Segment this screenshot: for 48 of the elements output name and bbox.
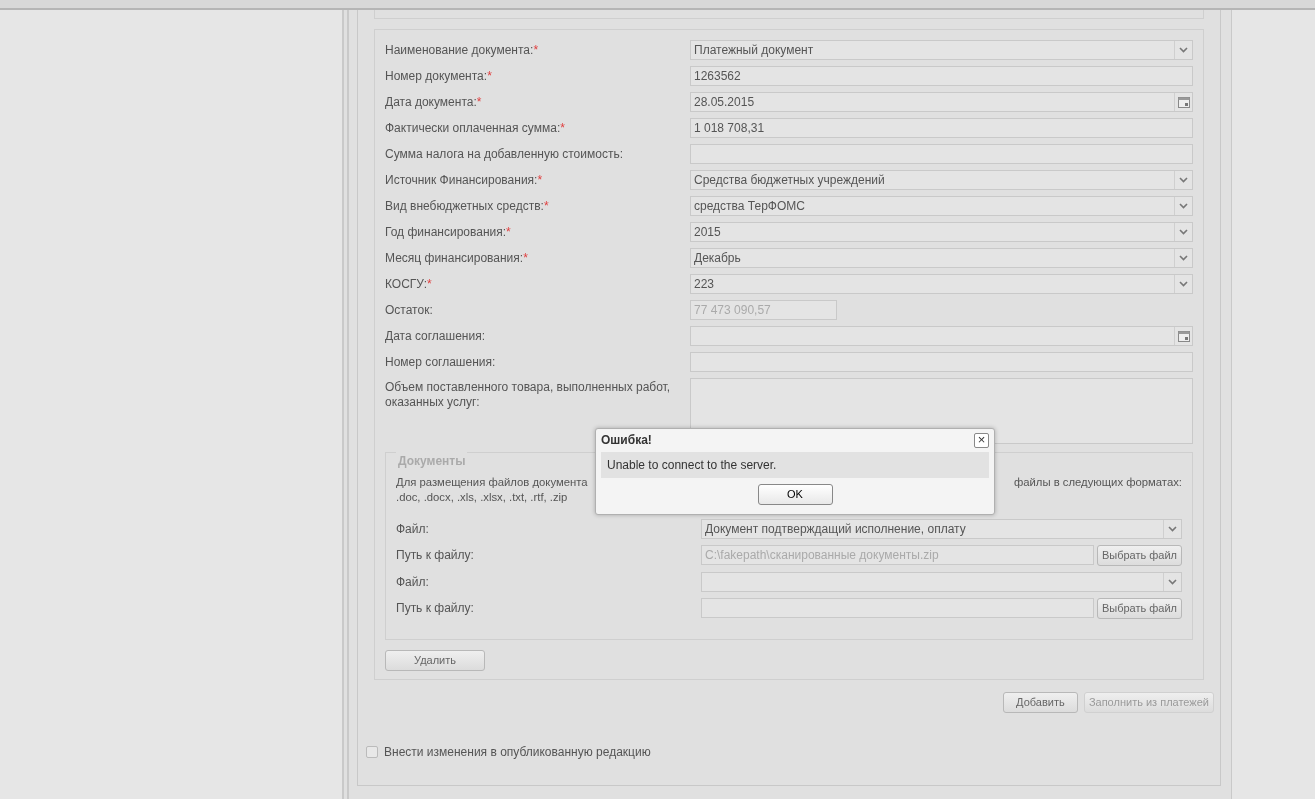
date-field[interactable] [690,326,1193,346]
input-field[interactable] [690,352,1193,372]
field-label: Номер соглашения: [385,354,497,371]
input-dropdown[interactable]: 2015 [690,222,1193,242]
input-dropdown[interactable]: 223 [690,274,1193,294]
choose-file-button[interactable]: Выбрать файл [1096,545,1182,566]
delete-button[interactable]: Удалить [385,650,485,671]
field-label: Год финансирования:* [385,224,512,241]
input-field[interactable]: 1 018 708,31 [690,118,1193,138]
calendar-icon[interactable] [1177,330,1190,342]
field-label: Месяц финансирования:* [385,250,529,267]
calendar-icon[interactable] [1177,96,1190,108]
field-label: Файл: [396,521,430,538]
hint-text: файлы в следующих форматах: [1013,475,1182,490]
field-label: Дата документа:* [385,94,483,111]
hint-text: Для размещения файлов документа .doc, .docx, .xls, .xlsx, .txt, .rtf, .zip [396,475,588,505]
error-message: Unable to connect to the server. [601,452,989,478]
field-label: Вид внебюджетных средств:* [385,198,550,215]
close-button[interactable]: × [974,432,989,448]
input-field[interactable]: 1263562 [690,66,1193,86]
field-label: Наименование документа:* [385,42,540,59]
input-dropdown[interactable]: средства ТерФОМС [690,196,1193,216]
field-label: Номер документа:* [385,68,493,85]
input-dropdown[interactable]: Платежный документ [690,40,1193,60]
ok-button[interactable]: OK [757,484,833,505]
field-label: Источник Финансирования:* [385,172,544,189]
field-label: Сумма налога на добавленную стоимость: [385,146,624,163]
field-label: Остаток: [385,302,434,319]
input-dropdown[interactable]: Документ подтверждащий исполнение, оплату [701,519,1182,539]
dialog-title: Ошибка! [601,432,652,449]
input-dropdown[interactable]: Средства бюджетных учреждений [690,170,1193,190]
field-label: КОСГУ:* [385,276,433,293]
choose-file-button[interactable]: Выбрать файл [1096,598,1182,619]
input-dropdown[interactable] [701,572,1182,592]
readonly-field: 77 473 090,57 [690,300,837,320]
field-label: Дата соглашения: [385,328,486,345]
field-label: Путь к файлу: [396,547,475,564]
checkbox-label[interactable]: Внести изменения в опубликованную редакцию [384,743,651,761]
field-label: Файл: [396,574,430,591]
checkbox[interactable] [366,746,378,758]
add-button[interactable]: Добавить [1002,692,1078,713]
date-field[interactable]: 28.05.2015 [690,92,1193,112]
file-path-field[interactable] [701,598,1094,618]
field-label: Фактически оплаченная сумма:* [385,120,566,137]
input-dropdown[interactable]: Декабрь [690,248,1193,268]
field-label: Объем поставленного товара, выполненных работ, оказанных услуг: [385,379,672,410]
input-field[interactable] [690,144,1193,164]
field-label: Путь к файлу: [396,600,475,617]
